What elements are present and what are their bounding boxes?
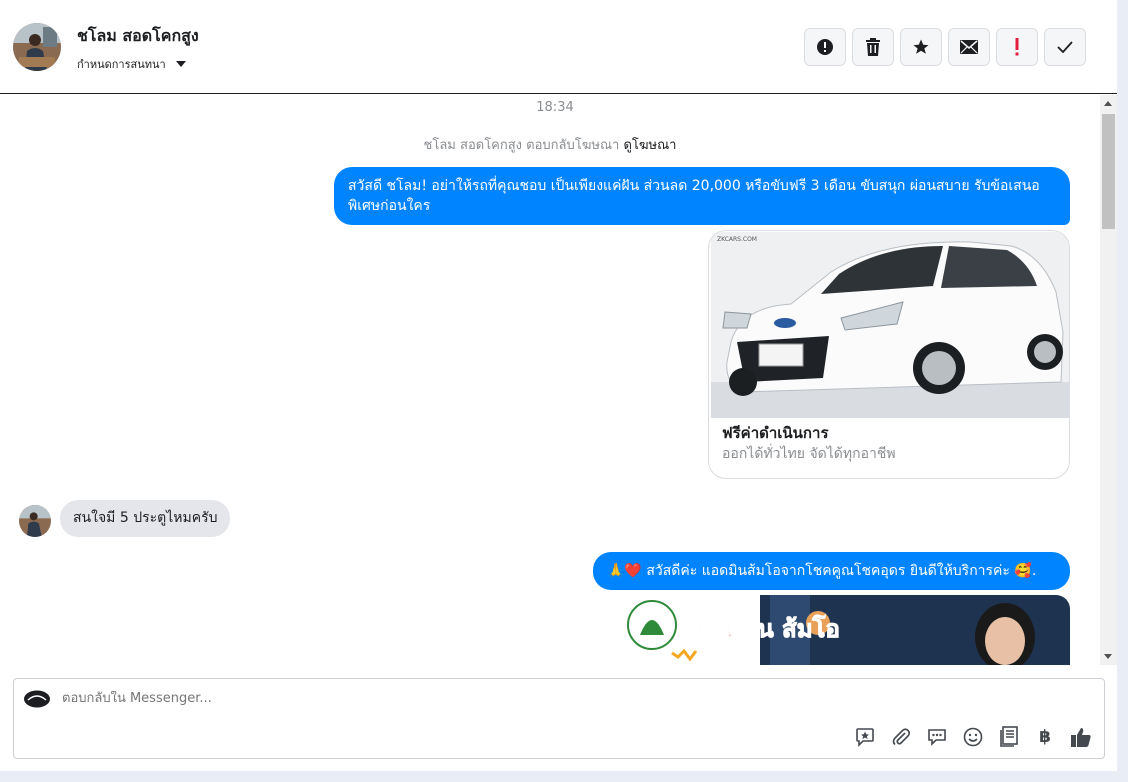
ad-reply-text: ชโลม สอดโคกสูง ตอบกลับโฆษณา bbox=[423, 138, 620, 153]
smiley-icon[interactable] bbox=[961, 725, 985, 749]
saved-reply-icon[interactable] bbox=[853, 725, 877, 749]
conversation-header: ชโลม สอดโคกสูง กำหนดการสนทนา bbox=[0, 0, 1117, 94]
reply-composer: ฿ bbox=[13, 678, 1105, 759]
scroll-thumb[interactable] bbox=[1102, 114, 1115, 229]
contact-avatar-small bbox=[19, 505, 51, 537]
star-button[interactable] bbox=[900, 28, 942, 66]
baht-icon[interactable]: ฿ bbox=[1033, 725, 1057, 749]
admin-banner-image[interactable]: แอดมิน ส้มโอ bbox=[620, 595, 1070, 665]
ad-card-title: ฟรีค่าดำเนินการ bbox=[722, 424, 829, 442]
message-timestamp: 18:34 bbox=[536, 100, 574, 115]
page-logo-icon bbox=[23, 690, 51, 708]
mark-spam-button[interactable] bbox=[804, 28, 846, 66]
incoming-message: สนใจมี 5 ประตูไหมครับ bbox=[60, 500, 231, 537]
scroll-down-arrow-icon[interactable] bbox=[1104, 654, 1112, 659]
message-thread: 18:34 ชโลม สอดโคกสูง ตอบกลับโฆษณา ดูโฆษณ… bbox=[0, 95, 1100, 665]
view-ad-link[interactable]: ดูโฆษณา bbox=[623, 138, 676, 153]
alert-circle-icon bbox=[817, 39, 833, 55]
envelope-icon bbox=[960, 40, 978, 54]
chat-bubbles-icon[interactable] bbox=[925, 725, 949, 749]
delete-button[interactable] bbox=[852, 28, 894, 66]
notes-icon[interactable] bbox=[997, 725, 1021, 749]
check-icon bbox=[1057, 41, 1073, 53]
outgoing-message: สวัสดี ชโลม! อย่าให้รถที่คุณชอบ เป็นเพีย… bbox=[334, 167, 1070, 225]
thread-scrollbar[interactable] bbox=[1100, 95, 1117, 665]
mark-unread-button[interactable] bbox=[948, 28, 990, 66]
mark-done-button[interactable] bbox=[1044, 28, 1086, 66]
banner-text: แอดมิน ส้มโอ bbox=[696, 614, 840, 643]
message-text: สวัสดีค่ะ แอดมินส้มโอจากโชคคูณโชคอุดร ยิ… bbox=[646, 563, 1010, 579]
scroll-up-arrow-icon[interactable] bbox=[1104, 101, 1112, 106]
ad-card-subtitle: ออกได้ทั่วไทย จัดได้ทุกอาชีพ bbox=[722, 446, 896, 462]
star-icon bbox=[913, 39, 929, 54]
car-image: ZKCARS.COM bbox=[711, 232, 1069, 418]
assign-conversation-dropdown[interactable]: กำหนดการสนทนา bbox=[77, 55, 186, 73]
header-actions bbox=[804, 28, 1086, 66]
watermark-text: ZKCARS.COM bbox=[717, 236, 757, 243]
thumbs-up-icon[interactable] bbox=[1069, 725, 1093, 749]
exclamation-icon bbox=[1015, 38, 1019, 56]
contact-name[interactable]: ชโลม สอดโคกสูง bbox=[77, 24, 199, 49]
reply-input[interactable] bbox=[62, 691, 762, 706]
paperclip-icon[interactable] bbox=[889, 725, 913, 749]
contact-avatar[interactable] bbox=[13, 23, 61, 71]
inbox-window: ชโลม สอดโคกสูง กำหนดการสนทนา 18:34 ชโลม … bbox=[0, 0, 1117, 771]
emoji-suffix: 🥰. bbox=[1014, 563, 1037, 579]
ad-reply-notice: ชโลม สอดโคกสูง ตอบกลับโฆษณา ดูโฆษณา bbox=[0, 134, 1100, 155]
ad-card[interactable]: ZKCARS.COM ฟรีค่าดำเนินการ ออกได้ทั่วไทย… bbox=[708, 230, 1070, 479]
composer-toolbar: ฿ bbox=[853, 725, 1093, 749]
outgoing-message: 🙏❤️ สวัสดีค่ะ แอดมินส้มโอจากโชคคูณโชคอุด… bbox=[593, 552, 1070, 590]
emoji-prefix: 🙏❤️ bbox=[607, 563, 642, 579]
assign-label: กำหนดการสนทนา bbox=[77, 58, 166, 71]
chevron-down-icon bbox=[175, 61, 186, 67]
trash-icon bbox=[866, 38, 880, 56]
follow-up-button[interactable] bbox=[996, 28, 1038, 66]
